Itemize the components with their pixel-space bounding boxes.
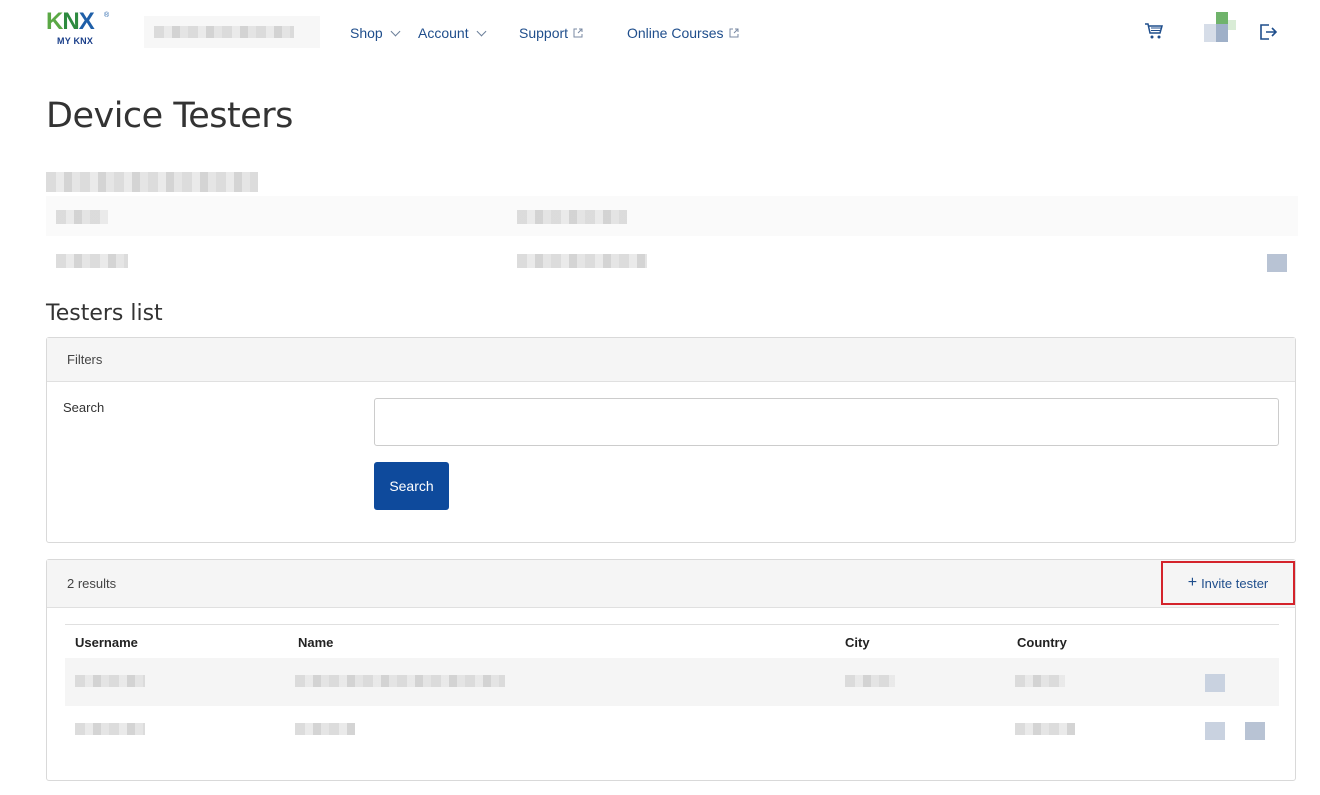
delete-icon[interactable] (1245, 722, 1265, 740)
nav-support[interactable]: Support (519, 22, 583, 44)
chevron-down-icon (476, 26, 487, 36)
results-count: 2 results (67, 576, 117, 591)
results-header: 2 results (47, 560, 1295, 608)
nav-shop[interactable]: Shop (350, 22, 401, 44)
external-link-icon (729, 28, 739, 38)
table-header: Username Name City Country (65, 624, 1279, 658)
testers-table: Username Name City Country (65, 624, 1279, 754)
filters-card: Filters Search Search (46, 337, 1296, 543)
column-country: Country (1017, 635, 1067, 650)
search-label: Search (63, 400, 105, 415)
column-city: City (845, 635, 870, 650)
filters-header: Filters (47, 338, 1295, 382)
results-card: 2 results + Invite tester Username Name … (46, 559, 1296, 781)
avatar[interactable] (1204, 12, 1236, 42)
edit-icon[interactable] (1205, 722, 1225, 740)
nav-online-courses[interactable]: Online Courses (627, 22, 739, 44)
info-row (46, 240, 1298, 280)
invite-tester-highlight[interactable]: + Invite tester (1161, 561, 1295, 605)
info-row (46, 196, 1298, 236)
edit-icon[interactable] (1205, 674, 1225, 692)
nav-account[interactable]: Account (418, 22, 487, 44)
plus-icon: + (1187, 574, 1198, 591)
chevron-down-icon (390, 26, 401, 36)
knx-logo[interactable]: KNX ® MY KNX (44, 10, 110, 50)
logout-icon[interactable] (1258, 22, 1278, 42)
invite-tester-button[interactable]: + Invite tester (1187, 574, 1269, 591)
column-name: Name (298, 635, 334, 650)
testers-list-title: Testers list (46, 301, 163, 326)
cart-icon[interactable] (1144, 21, 1164, 41)
table-row (65, 706, 1279, 754)
edit-icon[interactable] (1267, 254, 1287, 272)
external-link-icon (573, 28, 583, 38)
search-button[interactable]: Search (374, 462, 449, 510)
organization-name-redacted (144, 16, 320, 48)
column-username: Username (75, 635, 138, 650)
table-row (65, 658, 1279, 706)
search-input[interactable] (374, 398, 1279, 446)
logo-subtitle: MY KNX (57, 36, 94, 46)
top-header: KNX ® MY KNX Shop Account Support Online… (0, 0, 1320, 64)
page-title: Device Testers (46, 96, 293, 136)
company-info-redacted (46, 160, 1298, 282)
